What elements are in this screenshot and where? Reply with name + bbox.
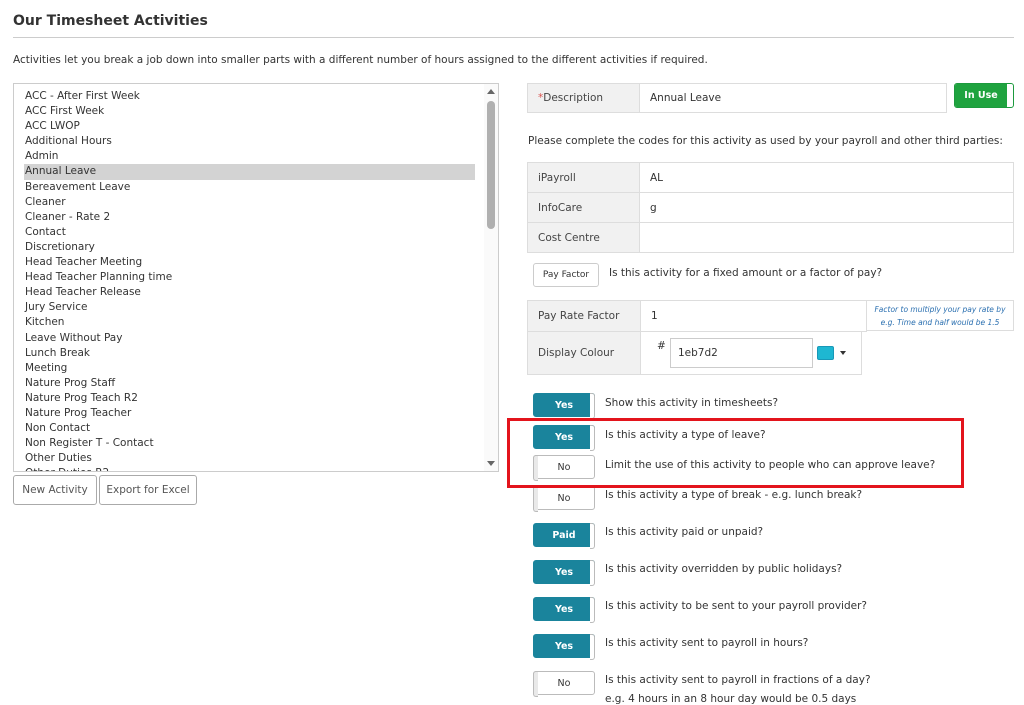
pay-factor-button[interactable]: Pay Factor: [533, 263, 599, 287]
codes-instruction: Please complete the codes for this activ…: [528, 135, 1003, 147]
description-input[interactable]: Annual Leave: [640, 84, 946, 112]
list-item[interactable]: Admin: [14, 149, 484, 164]
in-use-toggle[interactable]: In Use: [954, 83, 1014, 108]
list-item[interactable]: Other Duties: [14, 451, 484, 466]
payroll-fractions-example: e.g. 4 hours in an 8 hour day would be 0…: [605, 693, 857, 705]
list-item[interactable]: Nature Prog Staff: [14, 376, 484, 391]
list-item[interactable]: Meeting: [14, 361, 484, 376]
list-item[interactable]: Additional Hours: [14, 134, 484, 149]
ipayroll-row: iPayroll AL: [527, 162, 1014, 193]
list-item[interactable]: Leave Without Pay: [14, 331, 484, 346]
list-item[interactable]: Contact: [14, 225, 484, 240]
new-activity-button[interactable]: New Activity: [13, 475, 97, 505]
list-item[interactable]: Annual Leave: [24, 164, 475, 180]
list-item[interactable]: ACC First Week: [14, 104, 484, 119]
send-to-payroll-toggle[interactable]: Yes: [533, 597, 595, 623]
activity-list-items: ACC - After First Week ACC First Week ACC …: [14, 89, 484, 471]
list-item[interactable]: ACC - After First Week: [14, 89, 484, 104]
cost-centre-input[interactable]: [640, 223, 1013, 252]
pay-rate-factor-input[interactable]: 1: [641, 301, 866, 331]
description-row: * Description Annual Leave: [527, 83, 947, 113]
chevron-down-icon: [840, 351, 846, 355]
scroll-up-arrow-icon[interactable]: [487, 89, 495, 94]
public-holidays-toggle[interactable]: Yes: [533, 560, 595, 586]
list-item[interactable]: Other Duties R2: [14, 466, 484, 471]
type-of-break-question: Is this activity a type of break - e.g. …: [605, 489, 863, 501]
show-in-timesheets-toggle[interactable]: Yes: [533, 393, 595, 419]
scroll-down-arrow-icon[interactable]: [487, 461, 495, 466]
in-use-label: In Use: [955, 84, 1007, 107]
list-item[interactable]: Non Register T - Contact: [14, 436, 484, 451]
list-item[interactable]: Bereavement Leave: [14, 180, 484, 195]
list-item[interactable]: ACC LWOP: [14, 119, 484, 134]
payroll-fractions-question: Is this activity sent to payroll in frac…: [605, 674, 871, 686]
public-holidays-question: Is this activity overridden by public ho…: [605, 563, 843, 575]
colour-hex-input[interactable]: 1eb7d2: [670, 338, 813, 368]
infocare-label: InfoCare: [528, 193, 640, 222]
pay-factor-question: Is this activity for a fixed amount or a…: [609, 267, 883, 279]
list-item[interactable]: Nature Prog Teach R2: [14, 391, 484, 406]
payroll-in-hours-toggle[interactable]: Yes: [533, 634, 595, 660]
payroll-in-hours-question: Is this activity sent to payroll in hour…: [605, 637, 809, 649]
export-excel-button[interactable]: Export for Excel: [99, 475, 197, 505]
pay-rate-factor-hint: Factor to multiply your pay rate by e.g.…: [866, 300, 1014, 331]
list-item[interactable]: Head Teacher Planning time: [14, 270, 484, 285]
page-title: Our Timesheet Activities: [13, 13, 208, 29]
scroll-thumb[interactable]: [487, 101, 495, 229]
list-item[interactable]: Kitchen: [14, 315, 484, 330]
colour-swatch: [817, 346, 834, 360]
cost-centre-label: Cost Centre: [528, 223, 640, 252]
cost-centre-row: Cost Centre: [527, 222, 1014, 253]
activity-list[interactable]: ACC - After First Week ACC First Week ACC …: [13, 83, 499, 472]
infocare-input[interactable]: g: [640, 193, 1013, 222]
pay-rate-factor-row: Pay Rate Factor 1: [527, 300, 867, 332]
send-to-payroll-question: Is this activity to be sent to your payr…: [605, 600, 867, 612]
colour-picker-dropdown[interactable]: [817, 343, 853, 363]
payroll-fractions-toggle[interactable]: No: [533, 671, 595, 697]
infocare-row: InfoCare g: [527, 192, 1014, 223]
list-item[interactable]: Discretionary: [14, 240, 484, 255]
activity-list-scrollbar[interactable]: [484, 84, 498, 471]
paid-toggle[interactable]: Paid: [533, 523, 595, 549]
list-item[interactable]: Head Teacher Release: [14, 285, 484, 300]
list-item[interactable]: Nature Prog Teacher: [14, 406, 484, 421]
paid-question: Is this activity paid or unpaid?: [605, 526, 764, 538]
list-item[interactable]: Jury Service: [14, 300, 484, 315]
hash-symbol: #: [657, 340, 666, 352]
list-item[interactable]: Cleaner: [14, 195, 484, 210]
title-divider: [13, 37, 1014, 38]
intro-text: Activities let you break a job down into…: [13, 54, 708, 66]
list-item[interactable]: Cleaner - Rate 2: [14, 210, 484, 225]
ipayroll-label: iPayroll: [528, 163, 640, 192]
list-item[interactable]: Non Contact: [14, 421, 484, 436]
list-item[interactable]: Head Teacher Meeting: [14, 255, 484, 270]
display-colour-label: Display Colour: [528, 332, 641, 374]
highlight-box: [507, 418, 964, 488]
type-of-break-toggle[interactable]: No: [533, 486, 595, 512]
show-in-timesheets-question: Show this activity in timesheets?: [605, 397, 779, 409]
description-label: * Description: [528, 84, 640, 112]
ipayroll-input[interactable]: AL: [640, 163, 1013, 192]
pay-rate-factor-label: Pay Rate Factor: [528, 301, 641, 331]
list-item[interactable]: Lunch Break: [14, 346, 484, 361]
